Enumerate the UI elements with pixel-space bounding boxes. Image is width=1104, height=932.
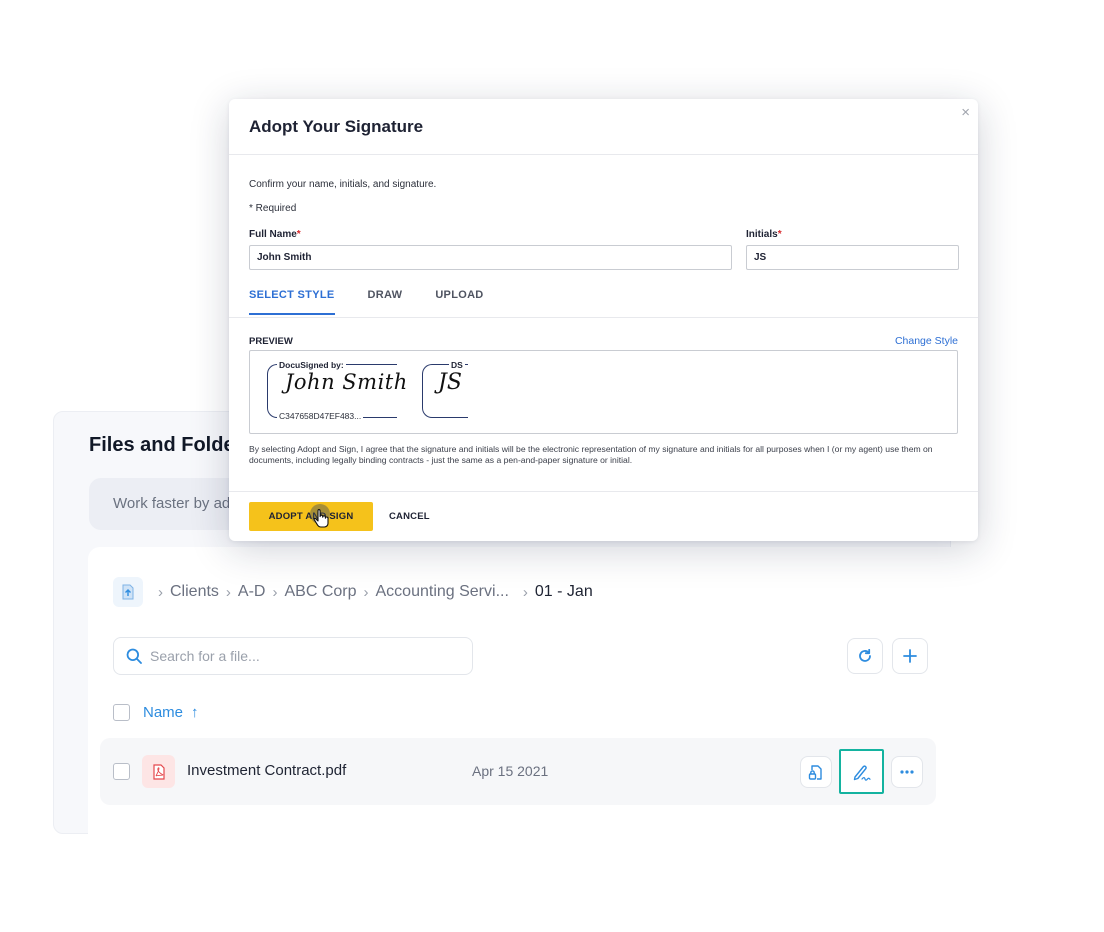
signature-script: John Smith [285,370,408,394]
signature-preview: DocuSigned by: John Smith C347658D47EF48… [249,350,958,434]
full-name-label: Full Name* [249,229,301,240]
required-note: * Required [249,203,297,214]
breadcrumb-abc-corp[interactable]: ABC Corp [284,583,356,601]
legal-disclosure: By selecting Adopt and Sign, I agree tha… [249,444,933,465]
more-dots-icon [900,770,914,774]
breadcrumb-accounting-services[interactable]: Accounting Servi... [376,583,509,601]
tab-upload[interactable]: UPLOAD [435,289,483,315]
full-name-field[interactable] [249,245,732,270]
initials-label: Initials* [746,229,782,240]
breadcrumb-separator: › [522,583,528,601]
breadcrumb-clients[interactable]: Clients [170,583,219,601]
search-input[interactable] [150,648,450,664]
header-divider [229,154,978,155]
required-asterisk: * [777,229,782,240]
file-browser-card: › Clients › A-D › ABC Corp › Accounting … [88,547,951,834]
file-name[interactable]: Investment Contract.pdf [187,762,346,779]
adopt-and-sign-button[interactable]: ADOPT AND SIGN [249,502,373,531]
required-asterisk: * [296,229,301,240]
breadcrumb-a-d[interactable]: A-D [238,583,266,601]
initials-script: JS [438,370,462,395]
name-column-label[interactable]: Name [143,704,183,721]
breadcrumb-separator: › [272,583,278,601]
file-date: Apr 15 2021 [472,763,549,779]
select-all-checkbox[interactable] [113,704,130,721]
breadcrumb-separator: › [158,583,163,601]
signature-tabs: SELECT STYLE DRAW UPLOAD [249,289,517,315]
breadcrumb-separator: › [225,583,231,601]
add-button[interactable] [892,638,928,674]
footer-divider [229,491,978,492]
confirm-instructions: Confirm your name, initials, and signatu… [249,179,437,190]
sort-ascending-icon: ↑ [191,704,199,721]
adopt-signature-dialog: × Adopt Your Signature Confirm your name… [229,99,978,541]
sign-button[interactable] [839,749,884,794]
cancel-button[interactable]: CANCEL [389,502,430,531]
row-checkbox[interactable] [113,763,130,780]
breadcrumb: › Clients › A-D › ABC Corp › Accounting … [113,577,593,607]
signature-caption: DocuSigned by: [277,360,346,370]
signature-pen-icon [853,764,871,781]
close-icon[interactable]: × [961,104,970,121]
tab-draw[interactable]: DRAW [368,289,403,315]
upload-home-icon [122,584,134,600]
signature-id: C347658D47EF483... [277,411,364,421]
name-column-header[interactable]: Name ↑ [113,704,199,721]
initials-field[interactable] [746,245,959,270]
table-row[interactable]: Investment Contract.pdf Apr 15 2021 [100,738,936,805]
refresh-icon [859,649,871,662]
initials-caption: DS [449,360,465,370]
breadcrumb-current: 01 - Jan [534,583,593,600]
search-icon [126,648,142,664]
more-actions-button[interactable] [891,756,923,788]
document-lock-icon [808,764,822,780]
preview-label: PREVIEW [249,336,293,347]
breadcrumb-separator: › [363,583,369,601]
tab-select-style[interactable]: SELECT STYLE [249,289,335,315]
change-style-link[interactable]: Change Style [895,335,958,347]
tabs-divider [229,317,978,318]
file-search[interactable] [113,637,473,675]
pdf-icon [142,755,175,788]
breadcrumb-home[interactable] [113,577,143,607]
request-signature-button[interactable] [800,756,832,788]
dialog-title: Adopt Your Signature [249,117,424,136]
refresh-button[interactable] [847,638,883,674]
plus-icon [903,649,917,663]
